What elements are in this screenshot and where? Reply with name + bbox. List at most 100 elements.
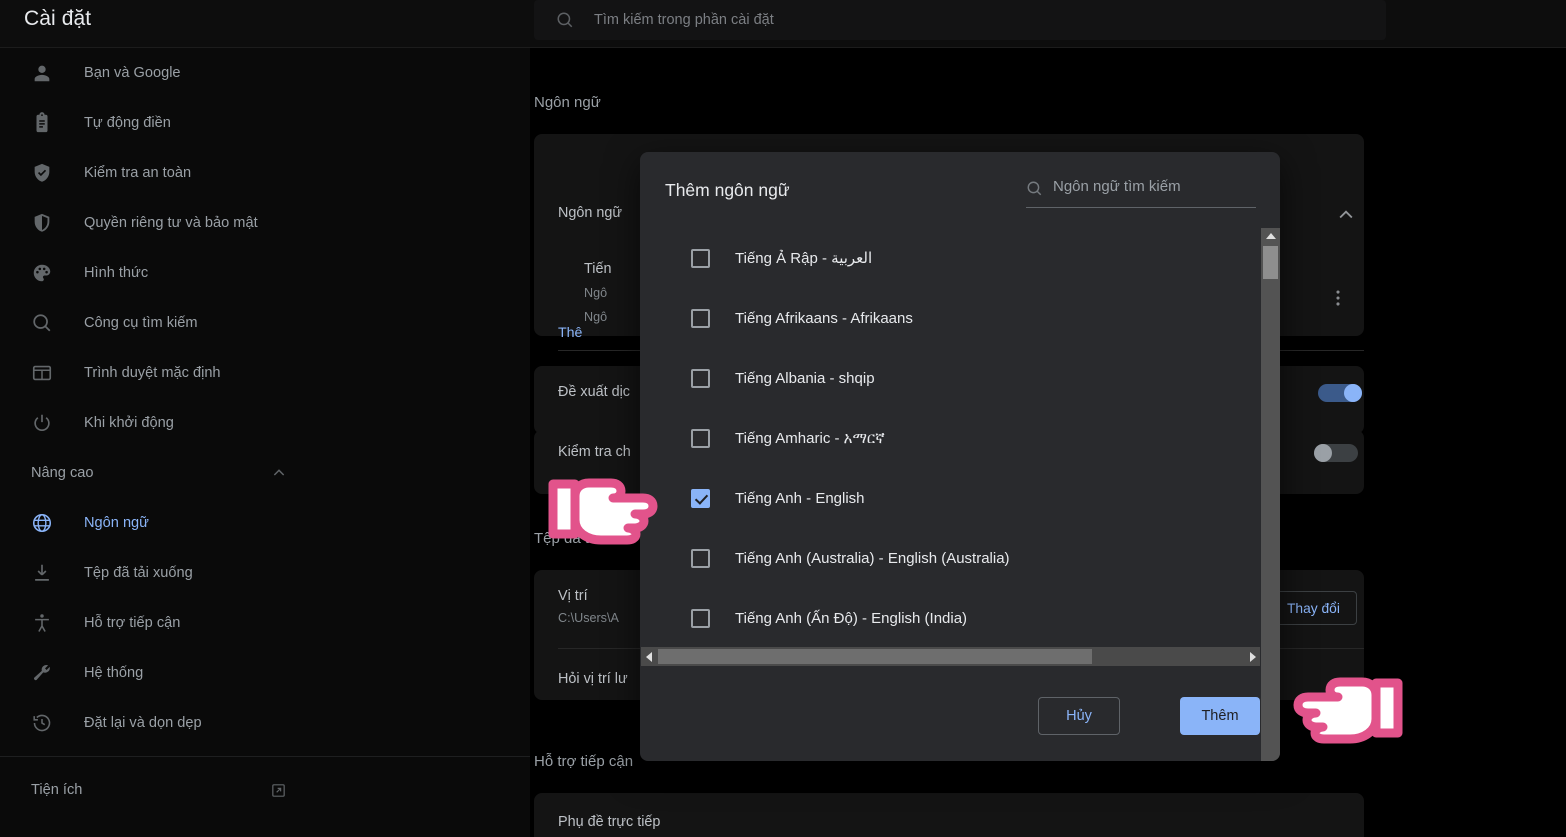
language-option-row[interactable]: Tiếng Anh (Ấn Độ) - English (India) [640,588,1268,648]
language-option-label: Tiếng Afrikaans - Afrikaans [735,309,913,327]
language-option-row[interactable]: Tiếng Afrikaans - Afrikaans [640,288,1268,348]
sidebar-item-label: Bạn và Google [84,65,181,81]
sidebar-item-label: Tiện ích [31,782,83,798]
sidebar-item-label: Đặt lại và dọn dẹp [84,715,202,731]
scroll-up-arrow-icon[interactable] [1261,228,1280,243]
search-icon [31,312,53,334]
sidebar-item-label: Tự động điền [84,115,171,131]
language-option-row[interactable]: Tiếng Ả Rập - العربية [640,228,1268,288]
sidebar-item-reset-cleanup[interactable]: Đặt lại và dọn dẹp [0,698,530,748]
add-language-dialog: Thêm ngôn ngữ Ngôn ngữ tìm kiếm Tiếng Ả … [640,152,1280,761]
sidebar-item-search-engine[interactable]: Công cụ tìm kiếm [0,298,530,348]
language-option-row[interactable]: Tiếng Amharic - አማርኛ [640,408,1268,468]
toggle-knob [1314,444,1332,462]
download-location-label: Vị trí [558,588,588,604]
scroll-left-arrow-icon[interactable] [641,647,656,666]
sidebar-section-advanced[interactable]: Nâng cao [0,448,530,498]
browser-icon [31,362,53,384]
download-location-value: C:\Users\A [558,611,619,625]
sidebar-item-appearance[interactable]: Hình thức [0,248,530,298]
sidebar-item-default-browser[interactable]: Trình duyệt mặc định [0,348,530,398]
power-icon [31,412,53,434]
sidebar-item-languages[interactable]: Ngôn ngữ [0,498,530,548]
sidebar-item-label: Công cụ tìm kiếm [84,315,198,331]
cancel-button[interactable]: Hủy [1038,697,1120,735]
dialog-title: Thêm ngôn ngữ [665,180,790,200]
language-checkbox[interactable] [691,248,710,268]
sidebar-item-on-startup[interactable]: Khi khởi động [0,398,530,448]
pointer-hand-left-icon [1268,665,1408,756]
download-icon [31,562,53,584]
sidebar-item-label: Hỗ trợ tiếp cận [84,615,181,631]
sidebar-section-label: Nâng cao [31,465,94,481]
sidebar-item-you-and-google[interactable]: Bạn và Google [0,48,530,98]
language-checkbox[interactable] [691,548,710,568]
wrench-icon [31,662,53,684]
dialog-footer: Hủy Thêm [640,671,1280,761]
settings-search-placeholder: Tìm kiếm trong phần cài đặt [594,12,774,28]
add-button[interactable]: Thêm [1180,697,1260,735]
spellcheck-toggle[interactable] [1314,444,1358,462]
chevron-up-icon [271,465,287,481]
more-vert-icon[interactable] [1327,287,1349,309]
clipboard-icon [31,112,53,134]
spellcheck-row-label: Kiểm tra ch [558,444,631,460]
language-checkbox[interactable] [691,308,710,328]
language-row-sub1: Ngô [584,286,608,300]
sidebar-item-label: Hệ thống [84,665,144,681]
section-heading-language: Ngôn ngữ [534,94,601,111]
sidebar-item-label: Trình duyệt mặc định [84,365,221,381]
horizontal-scroll-thumb[interactable] [658,649,1092,664]
language-option-label: Tiếng Anh - English [735,489,865,507]
change-button[interactable]: Thay đổi [1270,591,1357,625]
shield-check-icon [31,162,53,184]
toggle-knob [1344,384,1362,402]
translate-row-label: Đề xuất dịc [558,384,630,400]
language-checkbox[interactable] [691,608,710,628]
sidebar-item-label: Quyền riêng tư và bảo mật [84,215,258,231]
sidebar-item-downloads[interactable]: Tệp đã tải xuống [0,548,530,598]
sidebar-item-accessibility[interactable]: Hỗ trợ tiếp cận [0,598,530,648]
sidebar-item-autofill[interactable]: Tự động điền [0,98,530,148]
search-icon [556,11,574,29]
sidebar-item-safety-check[interactable]: Kiểm tra an toàn [0,148,530,198]
app-title: Cài đặt [24,7,92,30]
dialog-header: Thêm ngôn ngữ Ngôn ngữ tìm kiếm [640,152,1280,228]
sidebar: Bạn và Google Tự động điền Kiểm tra an t… [0,48,530,837]
history-icon [31,712,53,734]
sidebar-item-privacy-security[interactable]: Quyền riêng tư và bảo mật [0,198,530,248]
search-icon [1026,180,1043,197]
language-checkbox-checked[interactable] [691,488,710,508]
language-option-row[interactable]: Tiếng Anh (Australia) - English (Austral… [640,528,1268,588]
language-checkbox[interactable] [691,428,710,448]
translate-toggle[interactable] [1318,384,1362,402]
language-option-row-english[interactable]: Tiếng Anh - English [640,468,1268,528]
shield-icon [31,212,53,234]
pointer-hand-right-icon [543,466,683,557]
scroll-right-arrow-icon[interactable] [1245,647,1260,666]
person-icon [31,62,53,84]
card-language-title: Ngôn ngữ [558,205,623,221]
settings-search-box[interactable]: Tìm kiếm trong phần cài đặt [534,0,1386,40]
section-heading-accessibility: Hỗ trợ tiếp cận [534,753,634,770]
language-row-sub2: Ngô [584,310,608,324]
sidebar-item-label: Kiểm tra an toàn [84,165,192,181]
language-option-label: Tiếng Albania - shqip [735,369,875,387]
language-search-input[interactable]: Ngôn ngữ tìm kiếm [1026,178,1256,208]
dialog-horizontal-scrollbar[interactable] [641,647,1260,666]
sidebar-item-extensions[interactable]: Tiện ích [0,765,530,815]
sidebar-item-system[interactable]: Hệ thống [0,648,530,698]
language-option-label: Tiếng Anh (Ấn Độ) - English (India) [735,609,968,627]
vertical-scroll-thumb[interactable] [1263,246,1278,279]
sidebar-item-label: Ngôn ngữ [84,515,149,531]
language-option-label: Tiếng Amharic - አማርኛ [735,429,885,447]
language-option-row[interactable]: Tiếng Albania - shqip [640,348,1268,408]
language-option-label: Tiếng Anh (Australia) - English (Austral… [735,549,1010,567]
language-checkbox[interactable] [691,368,710,388]
sidebar-item-label: Hình thức [84,265,149,281]
live-caption-row: Phụ đề trực tiếp [558,814,661,830]
sidebar-item-label: Khi khởi động [84,415,174,431]
palette-icon [31,262,53,284]
collapse-icon[interactable] [1336,205,1356,225]
add-language-link[interactable]: Thê [558,325,582,341]
